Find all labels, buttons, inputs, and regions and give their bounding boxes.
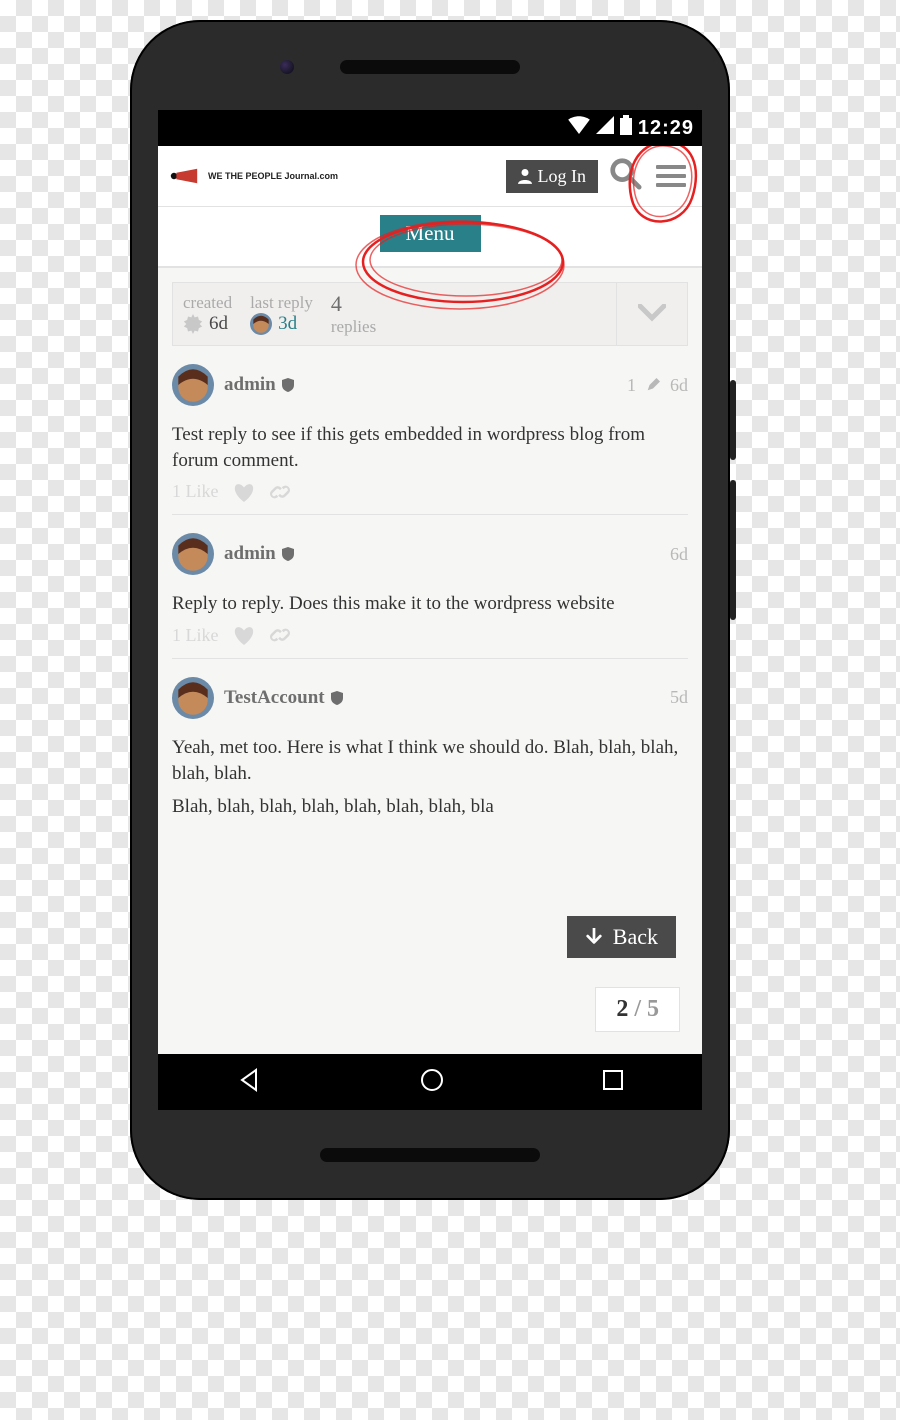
post-author[interactable]: admin <box>224 374 294 396</box>
wifi-icon <box>568 116 590 140</box>
square-recents-icon <box>602 1069 624 1091</box>
search-icon <box>608 156 642 190</box>
likes-count[interactable]: 1 Like <box>172 625 219 646</box>
summary-expand-button[interactable] <box>616 283 687 345</box>
back-label: Back <box>613 924 658 950</box>
status-bar: 12:29 <box>158 110 702 146</box>
pager-sep: / <box>628 996 647 1022</box>
avatar <box>250 313 272 335</box>
pager-current: 2 <box>616 996 628 1022</box>
menu-row: Menu <box>158 207 702 268</box>
login-button[interactable]: Log In <box>506 160 599 193</box>
shield-icon <box>282 547 294 561</box>
login-label: Log In <box>538 166 587 187</box>
menu-button[interactable]: Menu <box>380 215 481 252</box>
arrow-down-icon <box>585 928 603 946</box>
likes-count[interactable]: 1 Like <box>172 481 219 502</box>
summary-last-reply[interactable]: last reply 3d <box>250 293 313 335</box>
post-author[interactable]: admin <box>224 543 294 565</box>
back-button[interactable]: Back <box>567 916 676 958</box>
pager-total: 5 <box>647 996 659 1022</box>
triangle-back-icon <box>236 1067 262 1093</box>
heart-icon[interactable] <box>233 482 255 502</box>
summary-last-reply-label: last reply <box>250 293 313 313</box>
summary-created-value: 6d <box>209 313 228 335</box>
shield-icon <box>282 378 294 392</box>
link-icon[interactable] <box>269 482 291 502</box>
post-body: Test reply to see if this gets embedded … <box>172 422 688 473</box>
site-logo[interactable]: WE THE PEOPLE Journal.com <box>170 166 338 186</box>
page-counter[interactable]: 2 / 5 <box>595 987 680 1032</box>
chevron-down-icon <box>638 304 666 324</box>
post-body: Blah, blah, blah, blah, blah, blah, blah… <box>172 794 688 820</box>
circle-home-icon <box>419 1067 445 1093</box>
phone-earpiece <box>340 60 520 74</box>
phone-camera <box>280 60 294 74</box>
nav-recents-button[interactable] <box>602 1069 624 1096</box>
battery-icon <box>620 115 632 141</box>
shield-icon <box>331 691 343 705</box>
phone-speaker <box>320 1148 540 1162</box>
post: admin 6d Reply to reply. Does this make … <box>172 515 688 659</box>
pencil-icon[interactable] <box>646 378 660 392</box>
avatar[interactable] <box>172 364 214 406</box>
site-logo-text: WE THE PEOPLE Journal.com <box>208 171 338 181</box>
summary-replies: 4 replies <box>331 291 376 337</box>
heart-icon[interactable] <box>233 625 255 645</box>
post-body: Yeah, met too. Here is what I think we s… <box>172 735 688 786</box>
user-icon <box>518 168 532 184</box>
link-icon[interactable] <box>269 625 291 645</box>
summary-replies-count: 4 <box>331 291 376 317</box>
post-body: Reply to reply. Does this make it to the… <box>172 591 688 617</box>
content: created 6d last reply 3d <box>158 268 702 1054</box>
avatar[interactable] <box>172 677 214 719</box>
megaphone-icon <box>170 166 202 186</box>
android-navbar <box>158 1054 702 1110</box>
phone-side-key <box>730 380 736 460</box>
topic-summary: created 6d last reply 3d <box>172 282 688 346</box>
post-age: 5d <box>670 687 688 708</box>
cell-signal-icon <box>596 116 614 140</box>
nav-home-button[interactable] <box>419 1067 445 1098</box>
status-clock: 12:29 <box>638 117 694 140</box>
post: TestAccount 5d Yeah, met too. Here is wh… <box>172 659 688 840</box>
phone-screen: 12:29 WE THE PEOPLE Journal.com Log In <box>158 110 702 1110</box>
nav-back-button[interactable] <box>236 1067 262 1098</box>
post-edit-count[interactable]: 1 <box>627 375 636 396</box>
hamburger-icon <box>656 165 686 169</box>
post: admin 1 6d Test reply to see if this get… <box>172 346 688 515</box>
summary-replies-label: replies <box>331 317 376 337</box>
post-actions: 1 Like <box>172 625 688 646</box>
avatar[interactable] <box>172 533 214 575</box>
gear-icon <box>183 314 203 334</box>
post-actions: 1 Like <box>172 481 688 502</box>
summary-last-reply-value: 3d <box>278 313 297 335</box>
summary-created-label: created <box>183 293 232 313</box>
phone-side-key <box>730 480 736 620</box>
post-age: 6d <box>670 375 688 396</box>
hamburger-button[interactable] <box>652 161 690 191</box>
search-button[interactable] <box>608 156 642 196</box>
post-age: 6d <box>670 544 688 565</box>
app-viewport: WE THE PEOPLE Journal.com Log In Menu <box>158 146 702 1054</box>
phone-frame: 12:29 WE THE PEOPLE Journal.com Log In <box>130 20 730 1200</box>
summary-created: created 6d <box>183 293 232 335</box>
app-header: WE THE PEOPLE Journal.com Log In <box>158 146 702 207</box>
post-author[interactable]: TestAccount <box>224 687 343 709</box>
